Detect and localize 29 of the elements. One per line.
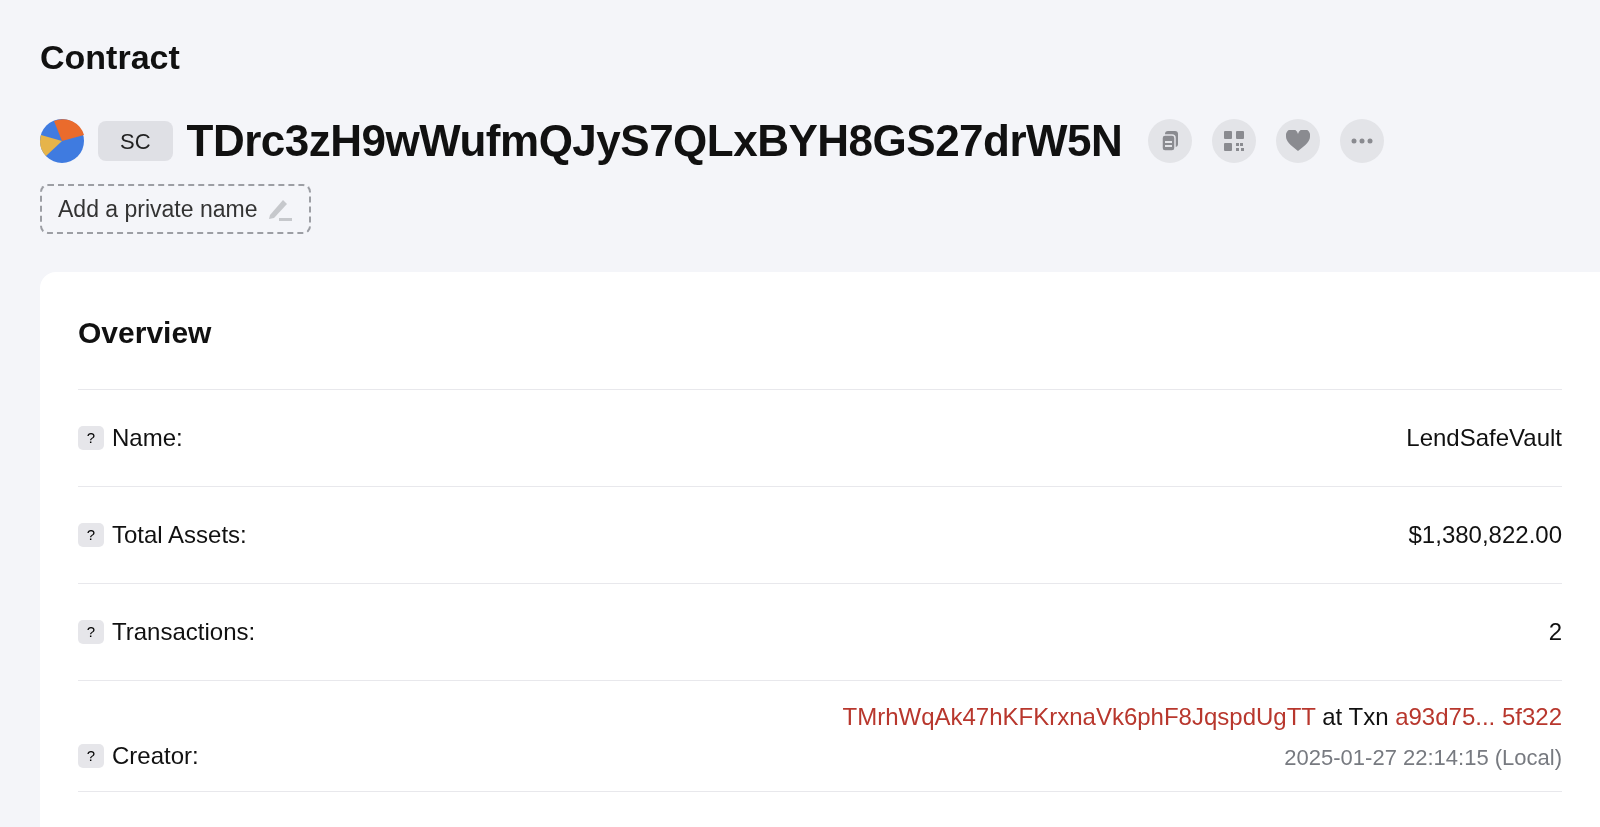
copy-button[interactable] [1148,119,1193,163]
qr-code-icon [1224,131,1245,151]
copy-icon [1160,130,1181,152]
help-mark[interactable]: ? [78,620,104,644]
more-button[interactable] [1340,119,1385,163]
field-label: Creator: [112,741,199,771]
contract-type-badge: SC [98,121,173,161]
field-label: Transactions: [112,617,256,647]
creator-address-link[interactable]: TMrhWqAk47hKFKrxnaVk6phF8JqspdUgTT [842,702,1316,730]
field-value: LendSafeVault [1406,423,1562,453]
contract-address: TDrc3zH9wWufmQJyS7QLxBYH8GS27drW5N [186,115,1123,167]
more-icon [1351,138,1374,144]
field-value: 2 [1548,617,1562,647]
help-mark[interactable]: ? [78,523,104,547]
field-label: Total Assets: [112,520,247,550]
transaction-link[interactable]: a93d75... 5f322 [1395,702,1562,730]
private-name-button[interactable]: Add a private name [40,184,312,234]
field-value: $1,380,822.00 [1408,520,1562,550]
creator-line: TMrhWqAk47hKFKrxnaVk6phF8JqspdUgTT at Txn a93d75... 5f322 [842,701,1562,732]
help-mark[interactable]: ? [78,744,104,768]
heart-icon [1286,130,1311,152]
page-title: Contract [40,40,181,74]
overview-title: Overview [78,315,213,351]
qr-code-button[interactable] [1212,119,1257,163]
creation-time: 2025-01-27 22:14:15 (Local) [1284,743,1562,772]
contract-pie-icon [40,119,84,163]
help-mark[interactable]: ? [78,426,104,450]
field-label: Name: [112,423,183,453]
favorite-button[interactable] [1276,119,1321,163]
